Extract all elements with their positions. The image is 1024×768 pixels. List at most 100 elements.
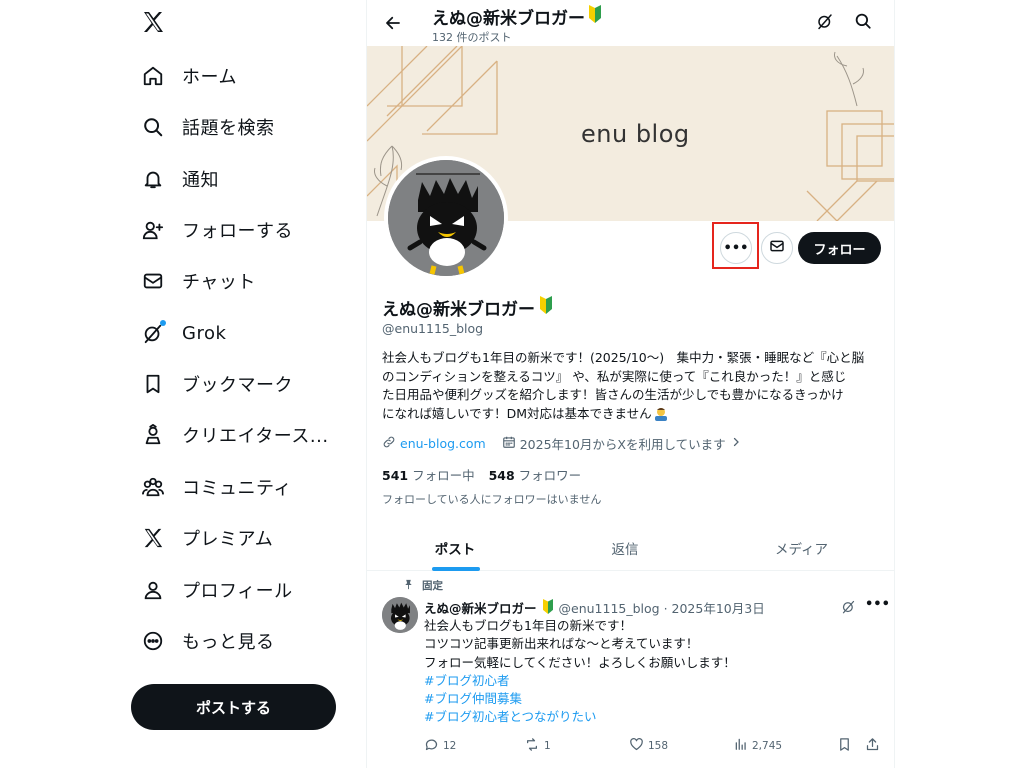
- pinned-label: 固定: [422, 580, 443, 592]
- nav-bookmarks[interactable]: ブックマーク: [140, 364, 293, 404]
- followers-count: 548: [488, 468, 515, 483]
- grok-icon[interactable]: [841, 599, 856, 618]
- more-options-button[interactable]: •••: [720, 232, 752, 264]
- following-link[interactable]: 541 フォロー中: [382, 465, 475, 484]
- profile-handle: @enu1115_blog: [382, 321, 484, 336]
- envelope-icon: [769, 238, 785, 258]
- repost-icon: [524, 737, 540, 755]
- tweet-line: 社会人もブログも1年目の新米です！: [424, 618, 632, 633]
- share-icon: [865, 737, 880, 755]
- follow-button[interactable]: フォロー: [798, 232, 881, 264]
- nav-communities[interactable]: コミュニティ: [140, 467, 292, 507]
- home-icon: [140, 63, 166, 89]
- nav-chat[interactable]: チャット: [140, 261, 256, 301]
- header-name: えぬ@新米ブロガー: [432, 9, 585, 29]
- nav-premium[interactable]: プレミアム: [140, 518, 273, 558]
- nav-explore[interactable]: 話題を検索: [140, 107, 275, 147]
- x-logo-icon[interactable]: [141, 10, 167, 36]
- hashtag-link[interactable]: #ブログ初心者: [424, 672, 736, 690]
- nav-more[interactable]: もっと見る: [140, 621, 275, 661]
- bio-line: 社会人もブログも1年目の新米です！(2025/10〜) 集中力・緊張・睡眠など『…: [382, 350, 865, 365]
- bowing-person-emoji-icon: [653, 406, 669, 422]
- grok-icon[interactable]: [816, 12, 834, 34]
- profile-avatar[interactable]: [384, 156, 508, 280]
- heart-icon: [629, 737, 644, 755]
- ellipsis-icon: •••: [723, 240, 749, 256]
- tweet-author-name[interactable]: えぬ@新米ブロガー: [424, 598, 537, 617]
- like-button[interactable]: 158: [629, 737, 668, 755]
- nav-home[interactable]: ホーム: [140, 56, 237, 96]
- nav-label: クリエイタース...: [182, 426, 329, 447]
- nav-label: もっと見る: [182, 632, 275, 653]
- tweet-avatar[interactable]: [382, 597, 418, 633]
- bio-line: た日用品や便利グッズを紹介します！皆さんの生活が少しでも豊かになるきっかけ: [382, 387, 844, 402]
- nav-label: Grok: [182, 322, 227, 344]
- grok-icon: [140, 320, 166, 346]
- hashtag-link[interactable]: #ブログ仲間募集: [424, 690, 736, 708]
- community-icon: [140, 474, 166, 500]
- reply-button[interactable]: 12: [424, 737, 456, 755]
- tweet-header: えぬ@新米ブロガー @enu1115_blog · 2025年10月3日: [424, 598, 765, 617]
- nav-profile[interactable]: プロフィール: [140, 570, 293, 610]
- tab-replies[interactable]: 返信: [543, 525, 707, 571]
- bio-line-last: になれば嬉しいです！DM対応は基本できません: [382, 405, 887, 424]
- nav-grok[interactable]: Grok: [140, 313, 226, 353]
- banner-title: enu blog: [581, 120, 690, 148]
- profile-column: えぬ@新米ブロガー 132 件のポスト enu blog ••• フォロー えぬ…: [366, 0, 895, 768]
- repost-button[interactable]: 1: [524, 737, 551, 755]
- bio-line: のコンディションを整えるコツ』 や、私が実際に使って『これ良かった！』と感じ: [382, 368, 847, 384]
- bell-icon: [140, 166, 166, 192]
- nav-creator-studio[interactable]: クリエイタース...: [140, 415, 329, 455]
- followers-label: フォロワー: [518, 468, 582, 483]
- active-tab-indicator: [432, 567, 480, 571]
- nav-label: プロフィール: [182, 581, 293, 602]
- envelope-icon: [140, 268, 166, 294]
- calendar-icon: [502, 435, 516, 452]
- reply-icon: [424, 737, 439, 755]
- beginner-mark-icon: [539, 296, 553, 319]
- profile-tabs: ポスト 返信 メディア: [367, 525, 894, 571]
- tweet-more-icon[interactable]: •••: [865, 597, 890, 612]
- following-label: フォロー中: [412, 468, 475, 483]
- person-add-icon: [140, 217, 166, 243]
- profile-meta: enu-blog.com 2025年10月からXを利用しています: [382, 434, 742, 453]
- avatar-image: [388, 160, 504, 276]
- message-button[interactable]: [761, 232, 793, 264]
- pinned-indicator: 固定: [403, 578, 443, 593]
- tweet-line: フォロー気軽にしてください！よろしくお願いします！: [424, 654, 736, 670]
- tweet-body: 社会人もブログも1年目の新米です！ コツコツ記事更新出来ればな〜と考えています！…: [424, 617, 736, 727]
- followers-link[interactable]: 548 フォロワー: [489, 465, 582, 484]
- nav-label: チャット: [182, 272, 256, 293]
- joined-date[interactable]: 2025年10月からXを利用しています: [520, 434, 726, 453]
- x-icon: [140, 525, 166, 551]
- nav-notifications[interactable]: 通知: [140, 159, 219, 199]
- bookmark-button[interactable]: [837, 737, 852, 755]
- views-button[interactable]: 2,745: [734, 737, 782, 754]
- bookmark-icon: [837, 737, 852, 755]
- tweet-actions: 12 1 158 2,745: [424, 737, 886, 757]
- back-arrow-icon[interactable]: [381, 11, 405, 35]
- share-button[interactable]: [865, 737, 880, 755]
- bio-line: になれば嬉しいです！DM対応は基本できません: [382, 405, 652, 421]
- tweet-meta[interactable]: @enu1115_blog · 2025年10月3日: [559, 598, 765, 617]
- tab-posts[interactable]: ポスト: [367, 525, 543, 571]
- nav-label: 話題を検索: [182, 118, 275, 139]
- mutual-followers-note: フォローしている人にフォロワーはいません: [382, 493, 602, 506]
- left-sidebar: ホーム 話題を検索 通知 フォローする チャット Grok ブックマーク クリエ…: [0, 0, 366, 768]
- beginner-mark-icon: [542, 598, 554, 617]
- hashtag-link[interactable]: #ブログ初心者とつながりたい: [424, 708, 736, 726]
- nav-label: 通知: [182, 170, 219, 191]
- views-chart-icon: [734, 737, 748, 754]
- header-title: えぬ@新米ブロガー: [432, 4, 602, 29]
- beginner-mark-icon: [588, 5, 602, 28]
- nav-label: ホーム: [182, 67, 237, 88]
- chevron-right-icon[interactable]: [730, 436, 742, 451]
- tab-media[interactable]: メディア: [707, 525, 894, 571]
- nav-label: フォローする: [182, 221, 293, 242]
- bookmark-icon: [140, 371, 166, 397]
- repost-count: 1: [544, 740, 551, 752]
- post-button[interactable]: ポストする: [131, 684, 336, 730]
- website-link[interactable]: enu-blog.com: [400, 436, 486, 451]
- search-icon[interactable]: [854, 12, 872, 34]
- nav-follow[interactable]: フォローする: [140, 210, 293, 250]
